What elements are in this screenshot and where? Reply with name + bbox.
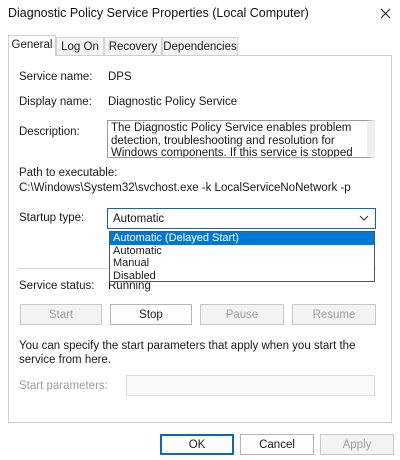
startup-type-dropdown: Automatic (Delayed Start) Automatic Manu… — [109, 231, 375, 282]
option-disabled[interactable]: Disabled — [110, 270, 374, 283]
service-status-label: Service status: — [19, 280, 95, 292]
start-params-label: Start parameters: — [19, 380, 108, 392]
service-name-value: DPS — [108, 71, 132, 83]
display-name-label: Display name: — [19, 96, 92, 108]
tab-recovery[interactable]: Recovery — [104, 37, 162, 55]
startup-type-select[interactable]: Automatic — [107, 208, 376, 229]
description-label: Description: — [19, 126, 80, 138]
close-button[interactable] — [372, 2, 398, 24]
startup-type-value: Automatic — [113, 212, 165, 225]
chevron-down-icon — [359, 215, 369, 221]
startup-type-label: Startup type: — [19, 212, 85, 224]
tab-dependencies[interactable]: Dependencies — [162, 37, 238, 55]
start-params-input[interactable] — [126, 375, 375, 396]
description-text: The Diagnostic Policy Service enables pr… — [111, 122, 353, 158]
path-value: C:\Windows\System32\svchost.exe -k Local… — [19, 182, 351, 194]
option-automatic-delayed[interactable]: Automatic (Delayed Start) — [110, 232, 374, 245]
start-button[interactable]: Start — [20, 304, 102, 325]
display-name-value: Diagnostic Policy Service — [108, 96, 238, 108]
resume-button[interactable]: Resume — [292, 304, 376, 325]
description-box[interactable]: The Diagnostic Policy Service enables pr… — [107, 120, 375, 158]
service-name-label: Service name: — [19, 71, 93, 83]
tab-log-on[interactable]: Log On — [56, 37, 104, 55]
pause-button[interactable]: Pause — [200, 304, 284, 325]
stop-button[interactable]: Stop — [110, 304, 192, 325]
cancel-button[interactable]: Cancel — [240, 434, 314, 455]
start-params-hint: You can specify the start parameters tha… — [19, 340, 356, 366]
close-icon — [380, 8, 390, 18]
ok-button[interactable]: OK — [160, 434, 234, 455]
window-title: Diagnostic Policy Service Properties (Lo… — [8, 6, 309, 20]
title-bar: Diagnostic Policy Service Properties (Lo… — [0, 0, 400, 28]
path-label: Path to executable: — [19, 167, 118, 179]
option-manual[interactable]: Manual — [110, 257, 374, 270]
option-automatic[interactable]: Automatic — [110, 245, 374, 258]
tab-general[interactable]: General — [8, 35, 56, 56]
apply-button[interactable]: Apply — [320, 434, 394, 455]
